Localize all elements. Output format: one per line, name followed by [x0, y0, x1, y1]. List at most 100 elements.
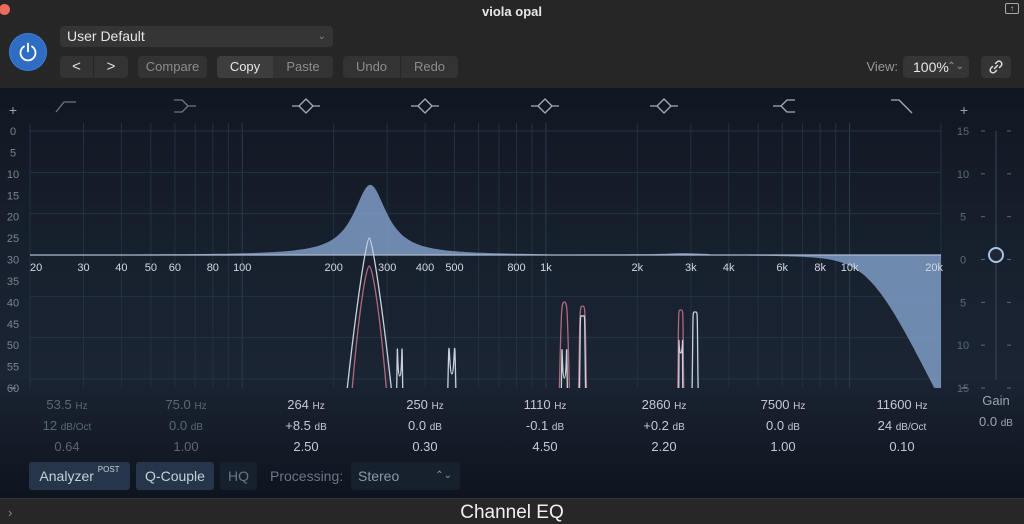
analyzer-trace-pre — [678, 339, 684, 389]
band-frequency[interactable]: 2860 Hz — [614, 394, 714, 415]
frequency-tick-label: 20 — [30, 262, 42, 274]
bell-icon[interactable] — [650, 98, 678, 114]
low-cut-icon[interactable] — [55, 101, 76, 113]
up-down-stepper-icon: ⌃⌄ — [435, 470, 452, 481]
band-frequency[interactable]: 7500 Hz — [733, 394, 833, 415]
band-gain[interactable]: +0.2 dB — [614, 415, 714, 436]
band-q[interactable]: 0.30 — [375, 436, 475, 457]
band-5-params: 1110 Hz -0.1 dB 4.50 — [495, 394, 595, 457]
analyzer-button[interactable]: Analyzer POST — [29, 462, 130, 490]
band-gain[interactable]: 12 dB/Oct — [17, 415, 117, 436]
frequency-tick-label: 40 — [115, 262, 127, 274]
band-7-params: 7500 Hz 0.0 dB 1.00 — [733, 394, 833, 457]
band-frequency[interactable]: 53.5 Hz — [17, 394, 117, 415]
band-q[interactable]: 4.50 — [495, 436, 595, 457]
analyzer-scale-minus[interactable]: − — [9, 381, 16, 395]
band-8-params: 11600 Hz 24 dB/Oct 0.10 — [852, 394, 952, 457]
power-icon — [19, 42, 37, 62]
copy-button[interactable]: Copy — [217, 56, 273, 78]
frequency-tick-label: 500 — [445, 262, 463, 274]
frequency-tick-label: 100 — [233, 262, 251, 274]
high-cut-icon[interactable] — [891, 99, 913, 114]
analyzer-scale-label: 0 — [10, 126, 16, 138]
analyzer-trace-pre — [560, 349, 569, 389]
eq-scale-label: 0 — [960, 255, 966, 267]
eq-scale-label: 10 — [957, 340, 969, 352]
band-gain[interactable]: 0.0 dB — [733, 415, 833, 436]
band-1-params: 53.5 Hz 12 dB/Oct 0.64 — [17, 394, 117, 457]
frequency-tick-label: 400 — [416, 262, 434, 274]
band-gain[interactable]: 0.0 dB — [136, 415, 236, 436]
redo-button[interactable]: Redo — [401, 56, 458, 78]
analyzer-label: Analyzer — [39, 468, 94, 484]
preset-label: User Default — [67, 28, 145, 44]
copy-paste-group: Copy Paste — [217, 56, 333, 78]
frequency-tick-label: 1k — [540, 262, 552, 274]
analyzer-scale-plus[interactable]: + — [9, 102, 17, 118]
analyzer-mode[interactable]: POST — [98, 465, 120, 474]
eq-scale-plus[interactable]: + — [960, 102, 968, 118]
frequency-tick-label: 80 — [207, 262, 219, 274]
hq-button[interactable]: HQ — [220, 462, 257, 490]
eq-curve-fill — [30, 184, 941, 388]
title-bar: viola opal ↑ — [0, 0, 1024, 22]
up-down-stepper-icon: ⌃⌄ — [947, 61, 964, 72]
analyzer-trace-pre — [578, 315, 587, 389]
frequency-tick-label: 50 — [145, 262, 157, 274]
band-gain[interactable]: 24 dB/Oct — [852, 415, 952, 436]
high-shelf-icon[interactable] — [773, 99, 795, 113]
window-title: viola opal — [482, 4, 542, 19]
bell-icon[interactable] — [292, 98, 320, 114]
band-gain[interactable]: -0.1 dB — [495, 415, 595, 436]
band-2-params: 75.0 Hz 0.0 dB 1.00 — [136, 394, 236, 457]
view-zoom-value: 100% — [913, 59, 949, 75]
band-frequency[interactable]: 250 Hz — [375, 394, 475, 415]
chevron-down-icon: ⌄ — [317, 31, 326, 42]
band-6-params: 2860 Hz +0.2 dB 2.20 — [614, 394, 714, 457]
frequency-tick-label: 60 — [169, 262, 181, 274]
bell-icon[interactable] — [531, 98, 559, 114]
band-q[interactable]: 1.00 — [136, 436, 236, 457]
band-q[interactable]: 1.00 — [733, 436, 833, 457]
frequency-tick-label: 30 — [77, 262, 89, 274]
low-shelf-icon[interactable] — [174, 99, 196, 113]
processing-value: Stereo — [358, 468, 400, 484]
gain-slider-knob[interactable] — [988, 247, 1004, 263]
link-button[interactable] — [981, 56, 1011, 78]
bell-icon[interactable] — [411, 98, 439, 114]
undo-button[interactable]: Undo — [343, 56, 401, 78]
band-q[interactable]: 2.20 — [614, 436, 714, 457]
expand-window-icon[interactable]: ↑ — [1005, 3, 1019, 14]
processing-select[interactable]: Stereo ⌃⌄ — [351, 462, 460, 490]
frequency-tick-label: 4k — [723, 262, 735, 274]
band-q[interactable]: 0.10 — [852, 436, 952, 457]
gain-value[interactable]: 0.0 dB — [966, 411, 1024, 432]
band-frequency[interactable]: 264 Hz — [256, 394, 356, 415]
view-zoom-select[interactable]: 100% ⌃⌄ — [903, 56, 969, 78]
power-button[interactable] — [9, 33, 47, 71]
band-q[interactable]: 0.64 — [17, 436, 117, 457]
next-preset-button[interactable]: > — [94, 56, 128, 78]
band-frequency[interactable]: 1110 Hz — [495, 394, 595, 415]
frequency-tick-label: 8k — [814, 262, 826, 274]
preset-dropdown[interactable]: User Default ⌄ — [60, 26, 333, 47]
eq-scale-label: 5 — [960, 297, 966, 309]
analyzer-trace-pre — [396, 348, 404, 389]
band-gain[interactable]: +8.5 dB — [256, 415, 356, 436]
paste-button[interactable]: Paste — [273, 56, 333, 78]
band-frequency[interactable]: 11600 Hz — [852, 394, 952, 415]
band-q[interactable]: 2.50 — [256, 436, 356, 457]
band-gain[interactable]: 0.0 dB — [375, 415, 475, 436]
band-frequency[interactable]: 75.0 Hz — [136, 394, 236, 415]
frequency-tick-label: 3k — [685, 262, 697, 274]
eq-display: 0 5 10 15 20 25 30 35 40 45 50 55 60 + −15 10 5 0 5 10 15 + −2… — [0, 88, 1024, 498]
analyzer-trace-pre — [691, 311, 699, 389]
previous-preset-button[interactable]: < — [60, 56, 94, 78]
frequency-tick-label: 10k — [841, 262, 859, 274]
compare-button[interactable]: Compare — [138, 56, 207, 78]
analyzer-trace-post — [351, 265, 387, 389]
channel-eq-window: viola opal ↑ User Default ⌄ < > Compare … — [0, 0, 1024, 524]
frequency-tick-label: 20k — [925, 262, 943, 274]
analyzer-scale-label: 45 — [7, 319, 19, 331]
q-couple-button[interactable]: Q-Couple — [136, 462, 214, 490]
